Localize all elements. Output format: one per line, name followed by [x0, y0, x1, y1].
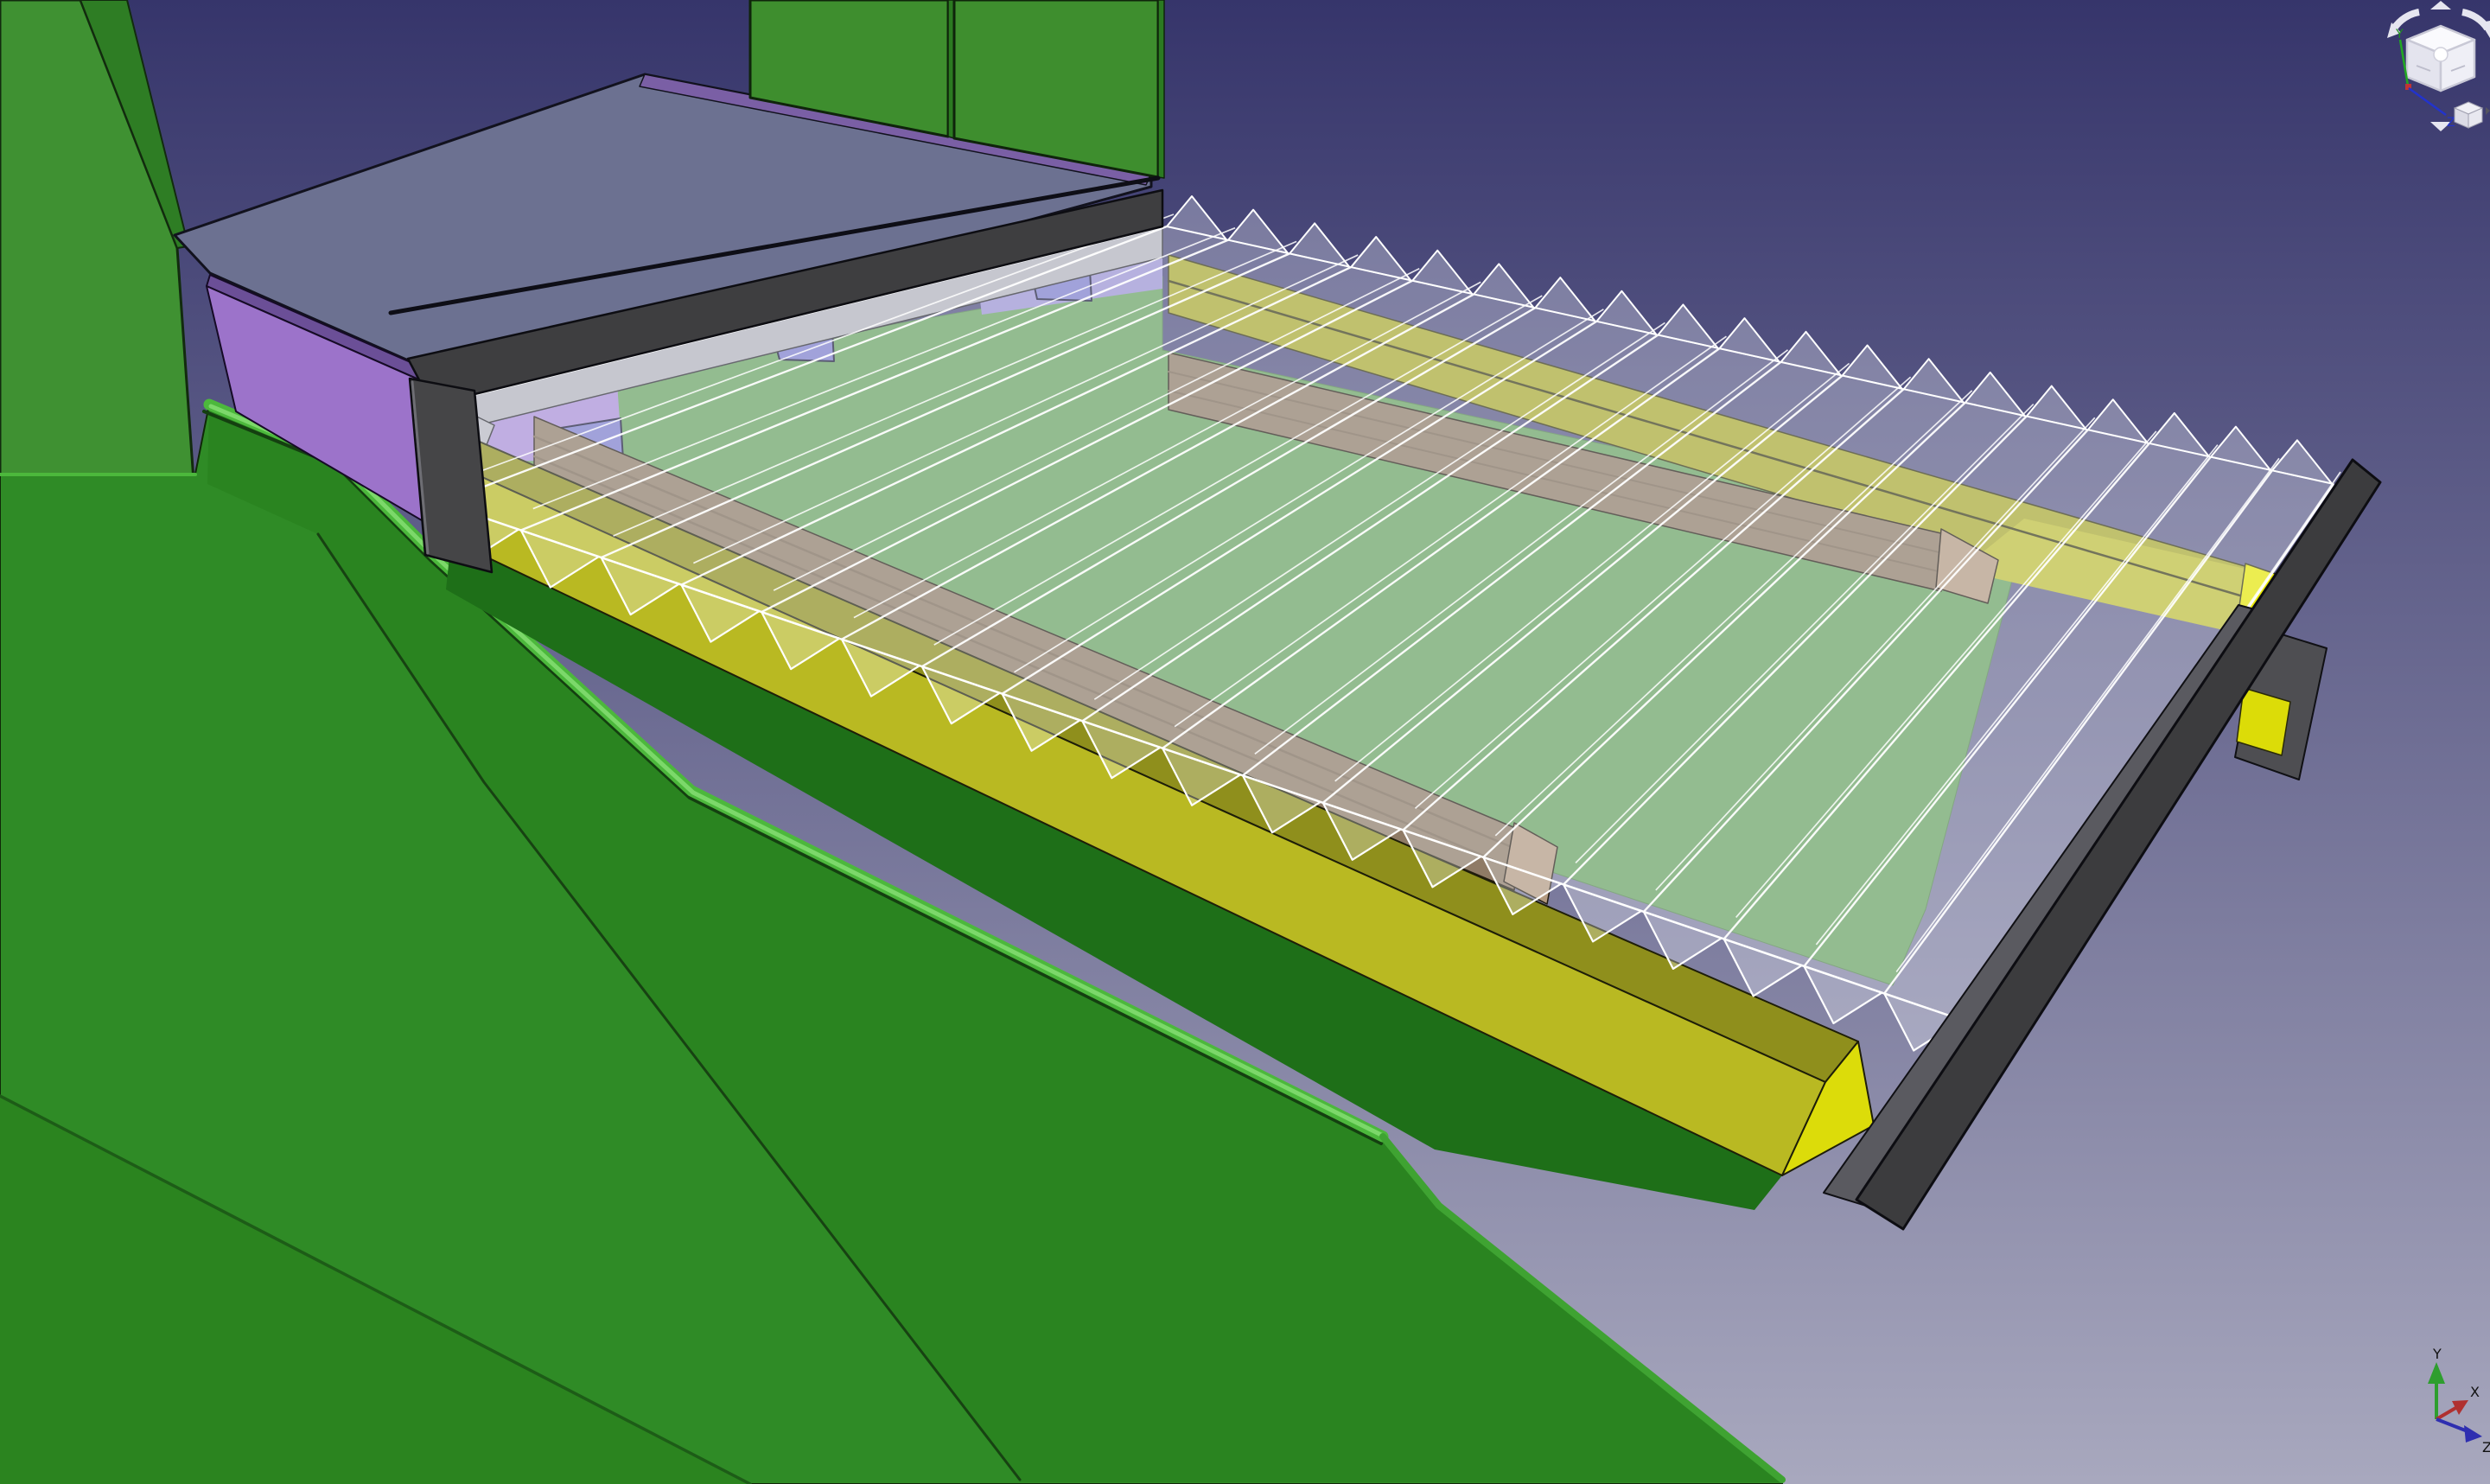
y-axis-label: Y	[2432, 1346, 2442, 1362]
3d-scene-canvas[interactable]: Y Z Y X Z	[0, 0, 2490, 1484]
freecad-3d-viewport[interactable]: Y Z Y X Z	[0, 0, 2490, 1484]
x-axis-label: X	[2470, 1384, 2480, 1400]
z-axis-label: Z	[2482, 1439, 2490, 1455]
nav-cube-z-label: Z	[2447, 116, 2455, 130]
nav-cube-y-label: Y	[2395, 28, 2404, 41]
back-panel-b-side[interactable]	[1158, 0, 1164, 178]
nav-cube-corner-ball[interactable]	[2434, 48, 2448, 61]
